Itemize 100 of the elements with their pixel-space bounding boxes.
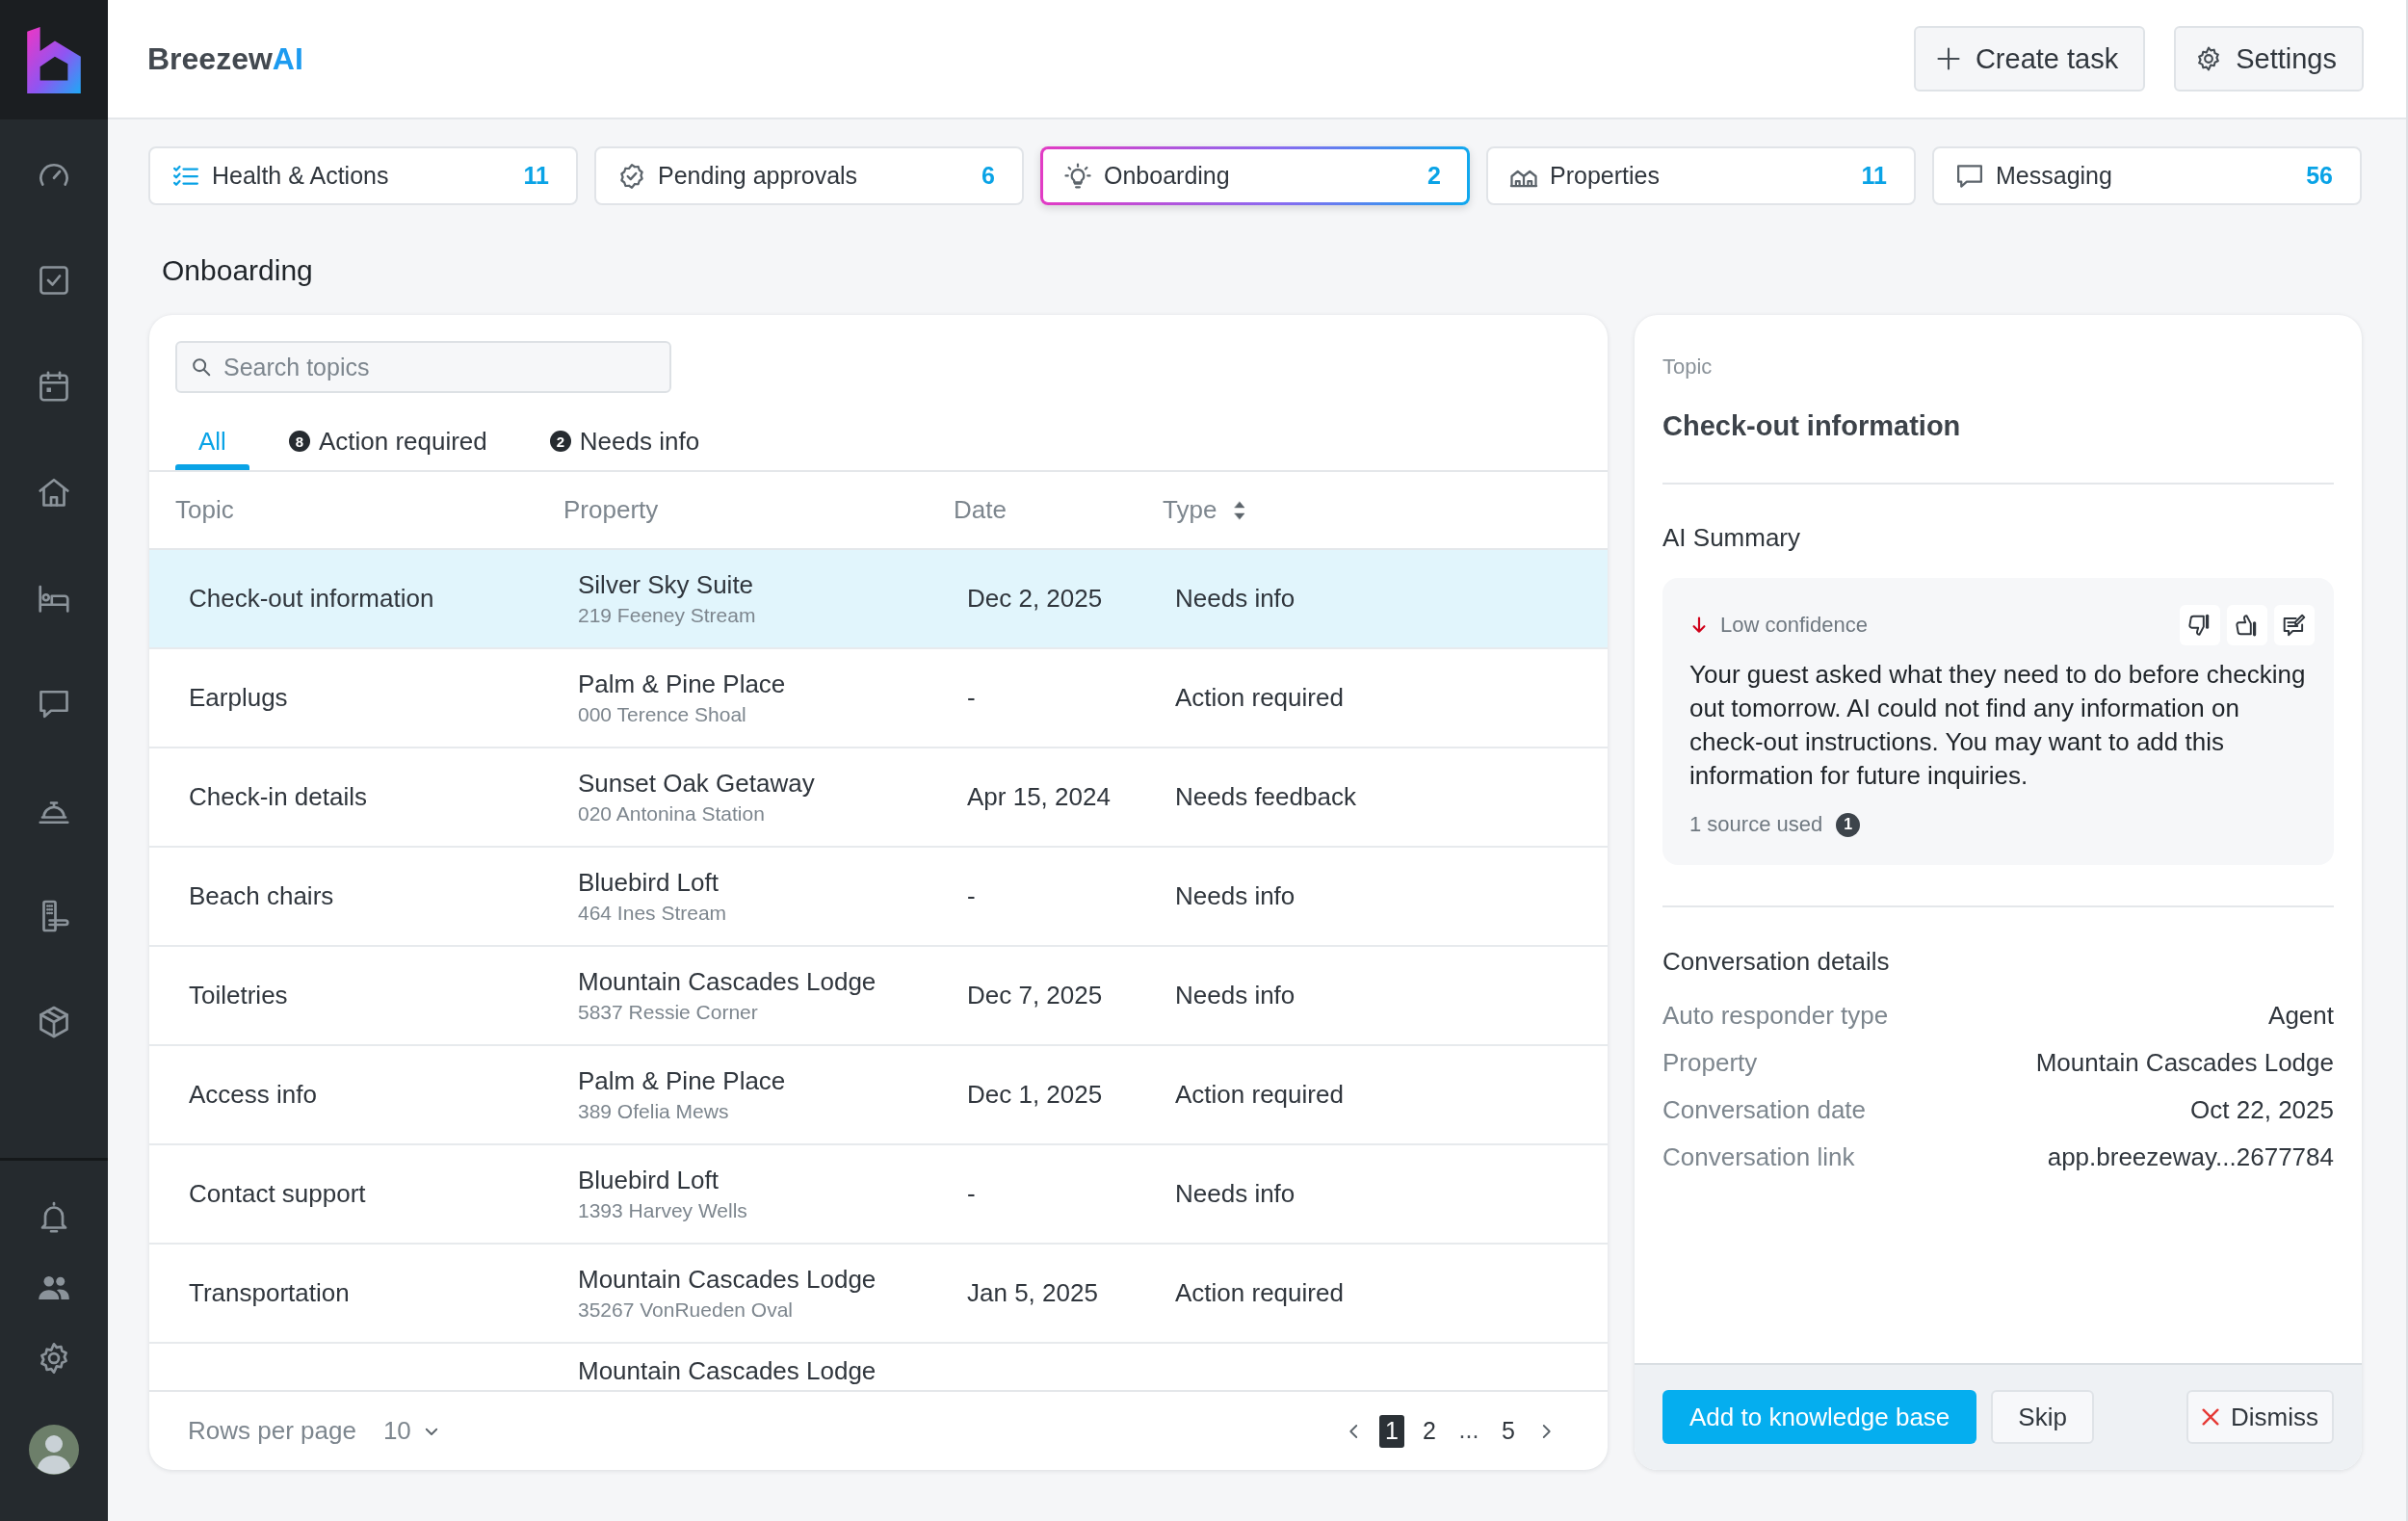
table-cell: Apr 15, 2024 [967, 782, 1111, 812]
table-row[interactable]: Access info Palm & Pine Place 389 Ofelia Mews Dec 1, 2025 Action required [149, 1046, 1608, 1145]
filter-tab[interactable]: 2 Needs info [526, 408, 723, 470]
table-cell: Action required [1175, 1278, 1344, 1308]
category-tab[interactable]: Onboarding 2 [1040, 146, 1470, 205]
rows-per-page-select[interactable]: 10 [377, 1414, 446, 1448]
user-avatar-icon[interactable] [29, 1425, 79, 1475]
table-cell: Beach chairs [189, 881, 334, 911]
property-address: 219 Feeney Stream [578, 603, 756, 627]
tab-count: 11 [1861, 162, 1887, 190]
calendar-icon[interactable] [37, 369, 71, 404]
cube-icon[interactable] [37, 1005, 71, 1039]
page-button[interactable]: 1 [1379, 1414, 1404, 1448]
table-cell: Transportation [189, 1278, 350, 1308]
category-tab[interactable]: Properties 11 [1486, 146, 1916, 205]
comment-pencil-icon [2282, 612, 2307, 638]
property-name: Mountain Cascades Lodge [578, 1265, 877, 1294]
table-cell: Check-in details [189, 782, 367, 812]
property-address: 000 Terence Shoal [578, 702, 746, 726]
brand-name: BreezewAI [147, 40, 303, 77]
count-badge: 2 [549, 431, 571, 452]
table-row[interactable]: Contact support Bluebird Loft 1393 Harvey Wells - Needs info [149, 1145, 1608, 1245]
table-cell: Needs feedback [1175, 782, 1356, 812]
property-address: 389 Ofelia Mews [578, 1099, 729, 1123]
source-count-badge[interactable]: 1 [1836, 812, 1861, 837]
column-header: Topic [175, 495, 234, 525]
summary-text: Your guest asked what they need to do before checking out tomorrow. AI could not find any information on check-out instructions. You may want to add this information for future inquiries. [1689, 659, 2307, 792]
property-name: Palm & Pine Place [578, 1066, 786, 1095]
table-cell: Contact support [189, 1179, 366, 1209]
brand-logo-icon[interactable] [27, 26, 81, 93]
table-row[interactable]: Check-out information Silver Sky Suite 219 Feeney Stream Dec 2, 2025 Needs info [149, 550, 1608, 649]
detail-value: Agent [2268, 1001, 2334, 1031]
property-name: Bluebird Loft [578, 1166, 719, 1194]
table-cell: - [967, 683, 976, 713]
count-badge: 8 [288, 431, 310, 452]
pagination-ellipsis: ... [1457, 1414, 1480, 1445]
detail-value: Oct 22, 2025 [2190, 1095, 2334, 1125]
table-cell: Dec 2, 2025 [967, 584, 1103, 614]
table-row[interactable]: Beach chairs Bluebird Loft 464 Ines Stream - Needs info [149, 848, 1608, 947]
skip-button[interactable]: Skip [1991, 1390, 2094, 1444]
table-row[interactable]: Check-in details Sunset Oak Getaway 020 Antonina Station Apr 15, 2024 Needs feedback [149, 748, 1608, 848]
category-tab[interactable]: Health & Actions 11 [148, 146, 578, 205]
checkbox-icon[interactable] [37, 263, 71, 298]
detail-value: Mountain Cascades Lodge [2035, 1048, 2334, 1078]
summary-heading: AI Summary [1662, 522, 1801, 553]
table-cell: Needs info [1175, 584, 1296, 614]
property-address: 5837 Ressie Corner [578, 1000, 758, 1024]
property-address: 464 Ines Stream [578, 901, 727, 925]
table-cell: Check-out information [189, 584, 434, 614]
detail-value: app.breezeway...2677784 [2047, 1142, 2334, 1172]
table-cell: Dec 1, 2025 [967, 1080, 1103, 1110]
tab-count: 56 [2306, 162, 2333, 190]
property-name: Sunset Oak Getaway [578, 769, 815, 798]
column-header: Date [954, 495, 1007, 525]
property-address: 1393 Harvey Wells [578, 1198, 747, 1222]
table-cell: Needs info [1175, 1179, 1296, 1209]
table-cell: Action required [1175, 1080, 1344, 1110]
topic-title: Check-out information [1662, 409, 1961, 443]
table-row[interactable]: Transportation Mountain Cascades Lodge 35267 VonRueden Oval Jan 5, 2025 Action required [149, 1245, 1608, 1344]
property-name: Palm & Pine Place [578, 669, 786, 698]
table-cell: Needs info [1175, 981, 1296, 1010]
page-button[interactable]: 5 [1496, 1414, 1521, 1448]
detail-label: Conversation date [1662, 1095, 1867, 1125]
detail-label: Property [1662, 1048, 1758, 1078]
category-tab[interactable]: Messaging 56 [1932, 146, 2362, 205]
category-tab[interactable]: Pending approvals 6 [594, 146, 1024, 205]
thumbs-up-button[interactable] [2227, 604, 2267, 645]
table-row[interactable]: Earplugs Palm & Pine Place 000 Terence Shoal - Action required [149, 649, 1608, 748]
property-address: 35267 VonRueden Oval [578, 1298, 793, 1322]
search-field[interactable]: Search topics [175, 341, 671, 393]
detail-label: Conversation link [1662, 1142, 1855, 1172]
detail-label: Auto responder type [1662, 1001, 1889, 1031]
dismiss-button[interactable]: Dismiss [2186, 1390, 2334, 1444]
table-cell: - [967, 1179, 976, 1209]
filter-tab[interactable]: 8 Action required [265, 408, 510, 470]
table-cell: Toiletries [189, 981, 288, 1010]
badge-check-icon [617, 161, 646, 191]
property-name: Silver Sky Suite [578, 570, 754, 599]
thumbs-down-button[interactable] [2180, 604, 2220, 645]
table-row[interactable]: Toiletries Mountain Cascades Lodge 5837 Ressie Corner Dec 7, 2025 Needs info [149, 947, 1608, 1046]
table-row[interactable]: Mountain Cascades Lodge [149, 1344, 1608, 1390]
property-name: Bluebird Loft [578, 868, 719, 897]
property-name: Mountain Cascades Lodge [578, 967, 877, 996]
conversation-heading: Conversation details [1662, 946, 1890, 977]
table-cell: - [967, 881, 976, 911]
lightbulb-icon [1063, 161, 1092, 191]
page-button[interactable]: 2 [1417, 1414, 1442, 1448]
property-name: Mountain Cascades Lodge [578, 1356, 877, 1385]
table-cell: Access info [189, 1080, 317, 1110]
table-cell: Earplugs [189, 683, 288, 713]
topic-label: Topic [1662, 354, 1713, 380]
table-cell: Action required [1175, 683, 1344, 713]
comment-button[interactable] [2274, 604, 2315, 645]
page-title: Onboarding [162, 254, 313, 287]
column-header[interactable]: Type [1163, 495, 1217, 525]
sort-icon[interactable] [1234, 500, 1246, 520]
create-task-button[interactable]: Create task [1913, 26, 2146, 92]
table-cell: Dec 7, 2025 [967, 981, 1103, 1010]
settings-button[interactable]: Settings [2174, 26, 2364, 92]
confidence-label: Low confidence [1720, 612, 1868, 638]
